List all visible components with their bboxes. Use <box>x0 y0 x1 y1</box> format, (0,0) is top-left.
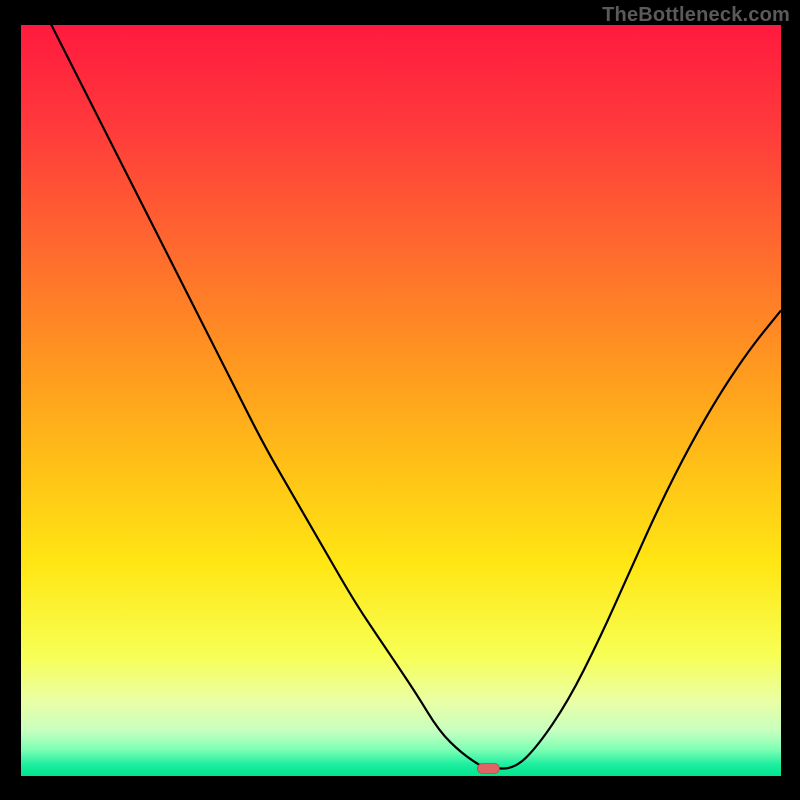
watermark-text: TheBottleneck.com <box>602 4 790 27</box>
chart-stage: TheBottleneck.com <box>0 0 800 800</box>
optimal-marker <box>477 763 499 773</box>
chart-svg <box>21 25 781 776</box>
plot-area <box>21 25 781 776</box>
gradient-background <box>21 25 781 776</box>
